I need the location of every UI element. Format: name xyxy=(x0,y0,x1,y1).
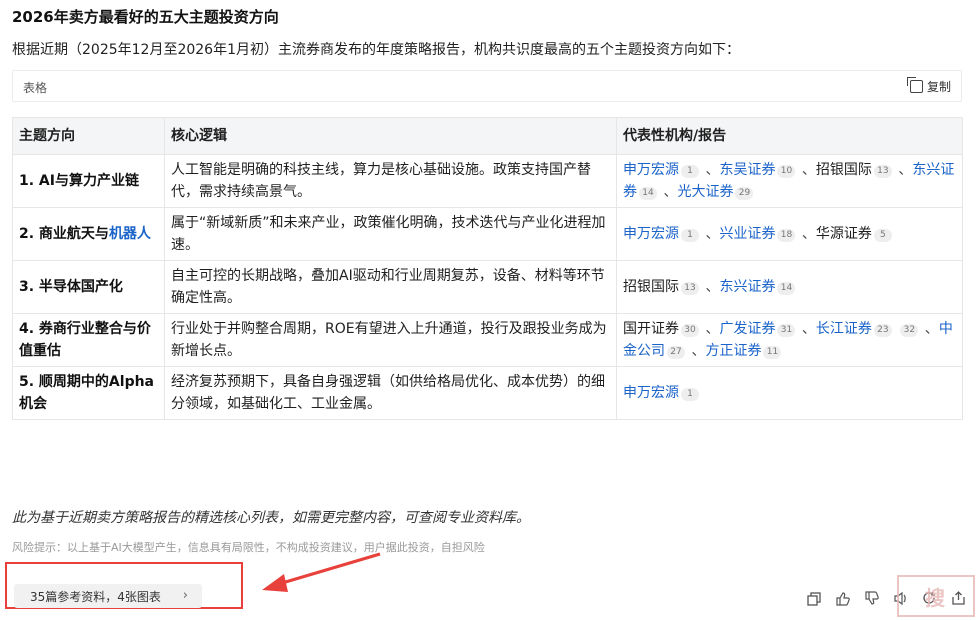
orgs-cell: 招银国际 13 、东兴证券 14 xyxy=(616,260,963,314)
org-name[interactable]: 广发证券 xyxy=(719,321,775,337)
intro-text: 根据近期（2025年12月至2026年1月初）主流券商发布的年度策略报告，机构共… xyxy=(12,42,740,58)
theme-cell: 5. 顺周期中的Alpha机会 xyxy=(12,366,165,420)
theme-cell: 2. 商业航天与机器人 xyxy=(12,207,165,261)
org-name[interactable]: 申万宏源 xyxy=(623,162,679,178)
copy-table-button[interactable]: 复制 xyxy=(906,77,951,95)
table-row: 1. AI与算力产业链 人工智能是明确的科技主线，算力是核心基础设施。政策支持国产… xyxy=(12,154,963,208)
separator xyxy=(894,321,898,337)
org-name[interactable]: 兴业证券 xyxy=(719,226,775,242)
logic-cell: 自主可控的长期战略，叠加AI驱动和行业周期复苏，设备、材料等环节确定性高。 xyxy=(164,260,617,314)
separator: 、 xyxy=(797,321,816,337)
table-toolbar: 表格 复制 xyxy=(12,70,962,102)
citation-badge[interactable]: 1 xyxy=(681,229,699,242)
citation-badge[interactable]: 1 xyxy=(681,388,699,401)
separator: 、 xyxy=(701,162,720,178)
org-name[interactable]: 申万宏源 xyxy=(623,226,679,242)
org-name[interactable]: 光大证券 xyxy=(677,184,733,200)
theme-label: 3. 半导体国产化 xyxy=(19,279,123,295)
separator: 、 xyxy=(893,162,913,178)
separator: 、 xyxy=(701,279,720,295)
table-label: 表格 xyxy=(23,81,48,95)
header-orgs: 代表性机构/报告 xyxy=(616,117,963,155)
citation-badge[interactable]: 29 xyxy=(735,187,754,200)
theme-link[interactable]: 机器人 xyxy=(109,226,151,242)
footnote: 此为基于近期卖方策略报告的精选核心列表，如需更完整内容，可查阅专业资料库。 xyxy=(12,510,530,526)
table-row: 5. 顺周期中的Alpha机会 经济复苏预期下，具备自身强逻辑（如供给格局优化、成… xyxy=(12,366,963,420)
logic-cell: 属于“新域新质”和未来产业，政策催化明确，技术迭代与产业化进程加速。 xyxy=(164,207,617,261)
logic-cell: 人工智能是明确的科技主线，算力是核心基础设施。政策支持国产替代，需求持续高景气。 xyxy=(164,154,617,208)
citation-badge[interactable]: 13 xyxy=(873,165,892,178)
theme-cell: 3. 半导体国产化 xyxy=(12,260,165,314)
citation-badge[interactable]: 14 xyxy=(639,187,657,200)
org-name[interactable]: 东兴证券 xyxy=(719,279,775,295)
thumbs-up-icon[interactable] xyxy=(833,589,852,608)
theme-label: 1. AI与算力产业链 xyxy=(19,173,139,189)
citation-badge[interactable]: 1 xyxy=(681,165,699,178)
citation-badge[interactable]: 18 xyxy=(777,229,796,242)
org-name[interactable]: 方正证券 xyxy=(705,343,761,359)
org-name: 华源证券 xyxy=(815,226,872,242)
separator: 、 xyxy=(659,184,678,200)
orgs-cell: 申万宏源 1 xyxy=(616,366,963,420)
separator: 、 xyxy=(920,321,939,337)
header-logic: 核心逻辑 xyxy=(164,117,617,155)
table-row: 4. 券商行业整合与价值重估 行业处于并购整合周期，ROE有望进入上升通道，投行及… xyxy=(12,313,963,367)
annotation-arrow xyxy=(262,552,381,592)
logic-cell: 行业处于并购整合周期，ROE有望进入上升通道，投行及跟投业务成为新增长点。 xyxy=(164,313,617,367)
watermark-stamp: 搜 xyxy=(897,575,975,617)
references-label: 35篇参考资料，4张图表 xyxy=(30,589,161,604)
citation-badge[interactable]: 32 xyxy=(900,324,919,337)
table-row: 3. 半导体国产化 自主可控的长期战略，叠加AI驱动和行业周期复苏，设备、材料等环… xyxy=(12,260,963,314)
org-name: 招银国际 xyxy=(623,279,679,295)
orgs-cell: 申万宏源 1 、东吴证券 10 、招银国际 13 、东兴证券 14 、光大证券 29 xyxy=(616,154,963,208)
chevron-right-icon: › xyxy=(182,588,188,603)
citation-badge[interactable]: 13 xyxy=(681,282,699,295)
themes-table: 主题方向 核心逻辑 代表性机构/报告 1. AI与算力产业链 人工智能是明确的科技… xyxy=(12,117,963,420)
orgs-cell: 申万宏源 1 、兴业证券 18 、华源证券 5 xyxy=(616,207,963,261)
separator: 、 xyxy=(701,321,720,337)
thumbs-down-icon[interactable] xyxy=(862,589,881,608)
citation-badge[interactable]: 27 xyxy=(667,346,685,359)
org-name: 招银国际 xyxy=(815,162,872,178)
table-row: 2. 商业航天与机器人 属于“新域新质”和未来产业，政策催化明确，技术迭代与产业化… xyxy=(12,207,963,261)
copy-icon[interactable] xyxy=(804,589,823,608)
separator: 、 xyxy=(701,226,720,242)
header-theme: 主题方向 xyxy=(12,117,165,155)
citation-badge[interactable]: 5 xyxy=(873,229,892,242)
table-header-row: 主题方向 核心逻辑 代表性机构/报告 xyxy=(12,117,963,155)
separator: 、 xyxy=(797,162,816,178)
page-title: 2026年卖方最看好的五大主题投资方向 xyxy=(12,8,279,26)
separator: 、 xyxy=(687,343,706,359)
citation-badge[interactable]: 23 xyxy=(873,324,892,337)
org-name[interactable]: 东吴证券 xyxy=(719,162,775,178)
theme-cell: 4. 券商行业整合与价值重估 xyxy=(12,313,165,367)
references-button[interactable]: 35篇参考资料，4张图表 › xyxy=(14,584,202,608)
citation-badge[interactable]: 11 xyxy=(763,346,782,359)
logic-cell: 经济复苏预期下，具备自身强逻辑（如供给格局优化、成本优势）的细分领域，如基础化工… xyxy=(164,366,617,420)
org-name: 国开证券 xyxy=(623,321,679,337)
citation-badge[interactable]: 30 xyxy=(681,324,699,337)
citation-badge[interactable]: 10 xyxy=(777,165,796,178)
theme-label: 2. 商业航天与 xyxy=(19,226,109,242)
orgs-cell: 国开证券 30 、广发证券 31 、长江证券 23 32 、中金公司 27 、方正证券 1… xyxy=(616,313,963,367)
theme-label: 5. 顺周期中的Alpha机会 xyxy=(19,374,155,412)
theme-label: 4. 券商行业整合与价值重估 xyxy=(19,321,151,359)
org-name[interactable]: 长江证券 xyxy=(816,321,872,337)
theme-cell: 1. AI与算力产业链 xyxy=(12,154,165,208)
copy-label: 复制 xyxy=(926,80,951,94)
copy-icon xyxy=(906,77,923,93)
citation-badge[interactable]: 31 xyxy=(777,324,796,337)
org-name[interactable]: 申万宏源 xyxy=(623,385,679,401)
citation-badge[interactable]: 14 xyxy=(777,282,796,295)
separator: 、 xyxy=(797,226,816,242)
